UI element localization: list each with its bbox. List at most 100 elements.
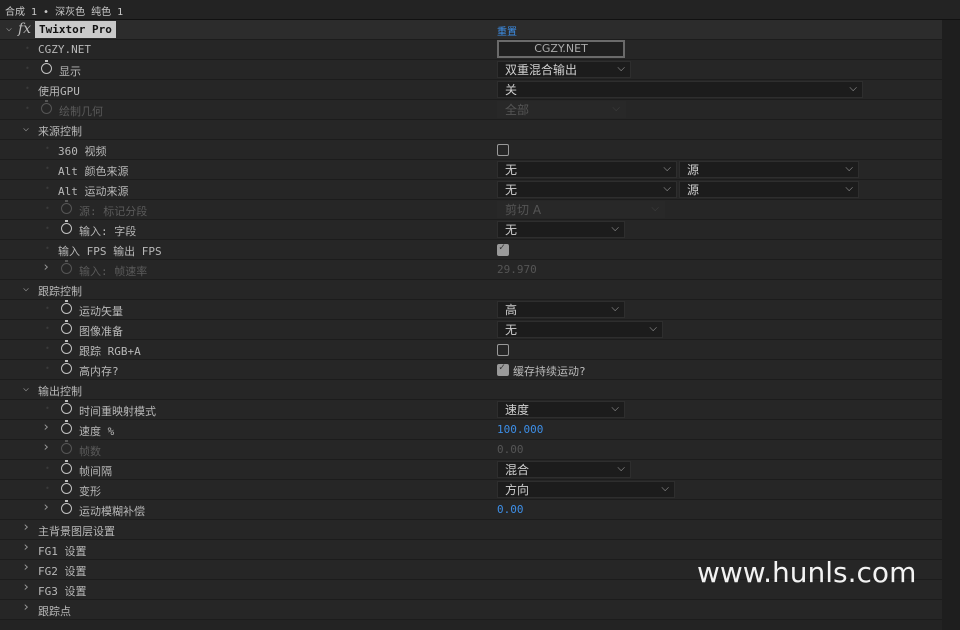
dropdown-value: 源 xyxy=(687,163,700,177)
checkbox[interactable] xyxy=(497,242,509,256)
property-row[interactable]: › 输入: 帧速率 29.970 xyxy=(0,260,942,280)
dropdown[interactable]: 无 ⌵ xyxy=(497,321,663,338)
stopwatch-icon[interactable] xyxy=(61,220,72,234)
property-row[interactable]: ⌵ 来源控制 xyxy=(0,120,942,140)
property-row[interactable]: › 运动模糊补偿 0.00 xyxy=(0,500,942,520)
property-row[interactable]: ⌵ 输出控制 xyxy=(0,380,942,400)
chevron-down-icon[interactable]: ⌵ xyxy=(21,283,31,294)
property-label: 绘制几何 xyxy=(59,105,103,118)
property-row[interactable]: • 变形 方向 ⌵ xyxy=(0,480,942,500)
property-row[interactable]: • 输入 FPS 输出 FPS xyxy=(0,240,942,260)
reset-link[interactable]: 重置 xyxy=(497,23,517,38)
dropdown[interactable]: 双重混合输出 ⌵ xyxy=(497,61,631,78)
chevron-right-icon[interactable]: › xyxy=(21,580,31,595)
property-row[interactable]: • 图像准备无 ⌵ xyxy=(0,320,942,340)
dropdown[interactable]: 关 ⌵ xyxy=(497,81,863,98)
property-row[interactable]: › 速度 % 100.000 xyxy=(0,420,942,440)
stopwatch-icon[interactable] xyxy=(61,460,72,474)
chevron-right-icon[interactable]: › xyxy=(41,440,51,455)
chevron-down-icon: ⌵ xyxy=(663,163,671,174)
dropdown[interactable]: 无 ⌵ xyxy=(497,221,625,238)
stopwatch-icon[interactable] xyxy=(61,300,72,314)
stopwatch-icon[interactable] xyxy=(41,100,52,114)
chevron-right-icon[interactable]: › xyxy=(21,560,31,575)
property-row[interactable]: › 主背景图层设置 xyxy=(0,520,942,540)
scrollbar[interactable] xyxy=(942,20,960,630)
dropdown[interactable]: 无 ⌵ xyxy=(497,161,677,178)
chevron-right-icon[interactable]: › xyxy=(21,540,31,555)
dropdown[interactable]: 源 ⌵ xyxy=(679,161,859,178)
stopwatch-icon[interactable] xyxy=(61,360,72,374)
property-row[interactable]: • 输入: 字段 无 ⌵ xyxy=(0,220,942,240)
stopwatch-icon[interactable] xyxy=(61,320,72,334)
chevron-right-icon[interactable]: › xyxy=(21,600,31,615)
chevron-down-icon[interactable]: ⌵ xyxy=(21,383,31,394)
property-row[interactable]: • 帧间隔 混合 ⌵ xyxy=(0,460,942,480)
property-label: 速度 % xyxy=(79,425,115,438)
property-row[interactable]: • CGZY.NET CGZY.NET xyxy=(0,40,942,60)
bullet-icon: • xyxy=(45,304,50,313)
fx-icon[interactable]: fx xyxy=(18,21,31,37)
stopwatch-icon[interactable] xyxy=(61,480,72,494)
chevron-down-icon: ⌵ xyxy=(611,403,619,414)
dropdown[interactable]: 源 ⌵ xyxy=(679,181,859,198)
chevron-down-icon[interactable]: ⌵ xyxy=(21,123,31,134)
checkbox[interactable] xyxy=(497,362,509,376)
stopwatch-icon[interactable] xyxy=(61,440,72,454)
stopwatch-icon[interactable] xyxy=(41,60,52,74)
property-row[interactable]: • 跟踪 RGB+A xyxy=(0,340,942,360)
property-row[interactable]: • 运动矢量高 ⌵ xyxy=(0,300,942,320)
stopwatch-icon[interactable] xyxy=(61,260,72,274)
chevron-down-icon: ⌵ xyxy=(617,63,625,74)
bullet-icon: • xyxy=(45,144,50,153)
stopwatch-icon[interactable] xyxy=(61,340,72,354)
chevron-right-icon[interactable]: › xyxy=(21,520,31,535)
value-scrubber[interactable]: 0.00 xyxy=(497,503,524,516)
stopwatch-icon[interactable] xyxy=(61,500,72,514)
dropdown-value: 无 xyxy=(505,223,518,237)
dropdown-value: 无 xyxy=(505,163,518,177)
property-row[interactable]: ⌵ 跟踪控制 xyxy=(0,280,942,300)
bullet-icon: • xyxy=(45,244,50,253)
bullet-icon: • xyxy=(45,404,50,413)
property-row[interactable]: › 跟踪点 xyxy=(0,600,942,620)
property-row[interactable]: • 高内存? 缓存持续运动? xyxy=(0,360,942,380)
property-label: Alt 运动来源 xyxy=(58,185,129,198)
stopwatch-icon[interactable] xyxy=(61,200,72,214)
property-row[interactable]: • 绘制几何 全部 ⌵ xyxy=(0,100,942,120)
checkbox[interactable] xyxy=(497,344,509,356)
bullet-icon: • xyxy=(25,104,30,113)
stopwatch-icon[interactable] xyxy=(61,420,72,434)
checkbox[interactable] xyxy=(497,144,509,156)
property-row[interactable]: • 使用GPU 关 ⌵ xyxy=(0,80,942,100)
dropdown[interactable]: 方向 ⌵ xyxy=(497,481,675,498)
property-row[interactable]: • 显示 双重混合输出 ⌵ xyxy=(0,60,942,80)
property-row[interactable]: › 帧数 0.00 xyxy=(0,440,942,460)
chevron-right-icon[interactable]: › xyxy=(41,420,51,435)
bullet-icon: • xyxy=(45,224,50,233)
checkbox-label[interactable]: 缓存持续运动? xyxy=(513,363,586,379)
dropdown[interactable]: 无 ⌵ xyxy=(497,181,677,198)
property-row[interactable]: • Alt 颜色来源无 ⌵ 源 ⌵ xyxy=(0,160,942,180)
stopwatch-icon[interactable] xyxy=(61,400,72,414)
property-label: 跟踪控制 xyxy=(38,285,82,298)
property-row[interactable]: • 360 视频 xyxy=(0,140,942,160)
property-label: 输入: 字段 xyxy=(79,225,137,238)
dropdown-value: 无 xyxy=(505,323,518,337)
dropdown[interactable]: 速度 ⌵ xyxy=(497,401,625,418)
chevron-right-icon[interactable]: › xyxy=(41,260,51,275)
dropdown-value: 混合 xyxy=(505,463,530,477)
cgzy-button[interactable]: CGZY.NET xyxy=(497,40,625,58)
property-row[interactable]: • 源: 标记分段 剪切 A ⌵ xyxy=(0,200,942,220)
property-row[interactable]: • 时间重映射模式 速度 ⌵ xyxy=(0,400,942,420)
dropdown[interactable]: 混合 ⌵ xyxy=(497,461,631,478)
effect-header-row[interactable]: ⌵ fx Twixtor Pro 重置 xyxy=(0,20,942,40)
property-row[interactable]: • Alt 运动来源无 ⌵ 源 ⌵ xyxy=(0,180,942,200)
effect-name[interactable]: Twixtor Pro xyxy=(35,21,116,38)
dropdown-value: 高 xyxy=(505,303,518,317)
dropdown: 剪切 A ⌵ xyxy=(497,201,665,218)
chevron-down-icon[interactable]: ⌵ xyxy=(4,23,14,34)
value-scrubber[interactable]: 100.000 xyxy=(497,423,543,436)
dropdown[interactable]: 高 ⌵ xyxy=(497,301,625,318)
chevron-right-icon[interactable]: › xyxy=(41,500,51,515)
